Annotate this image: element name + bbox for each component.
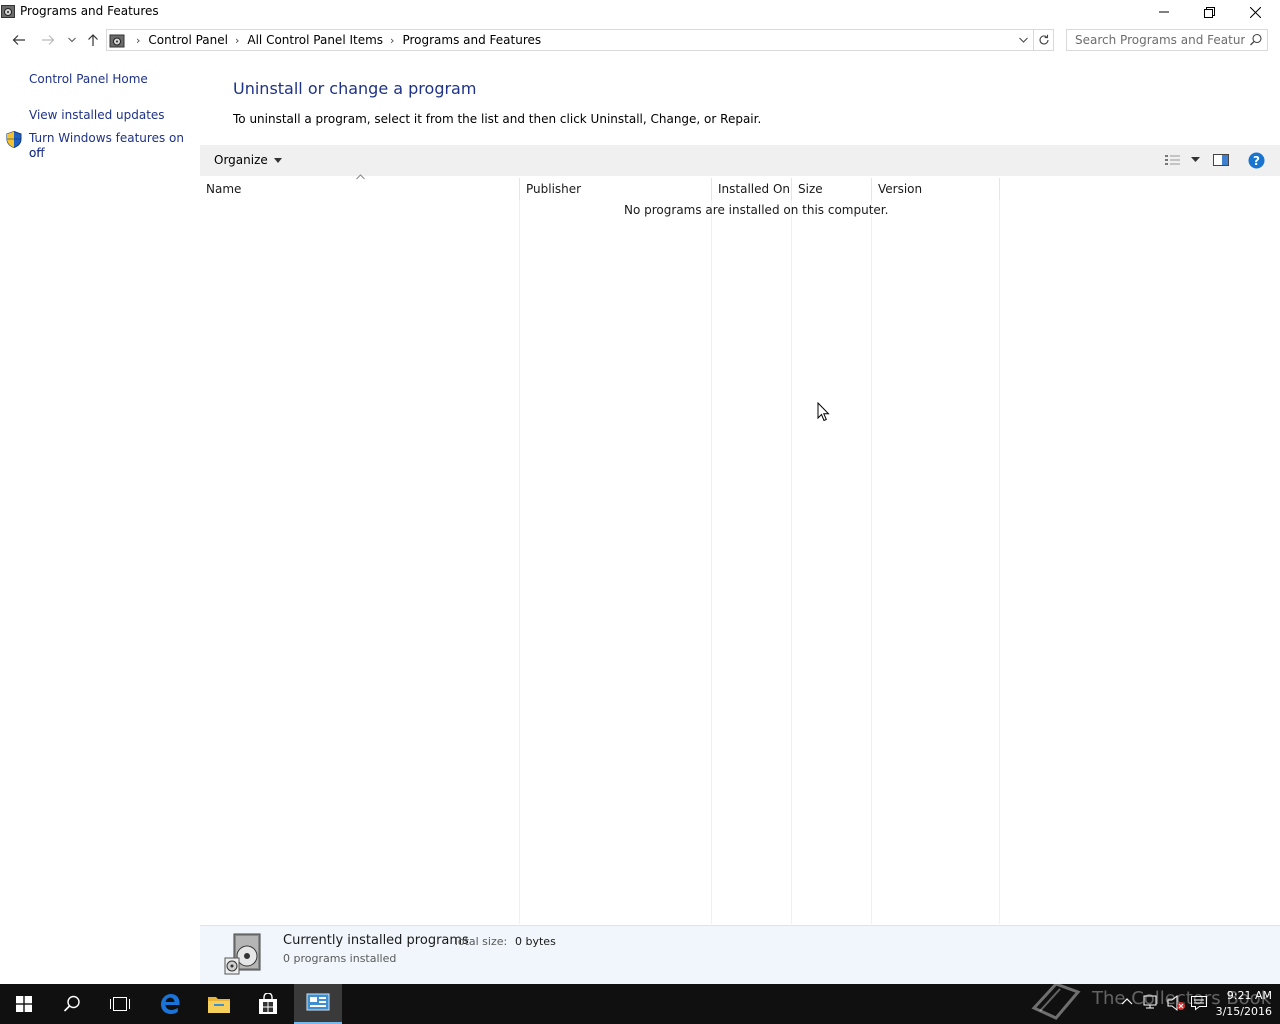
total-size-value: 0 bytes bbox=[515, 935, 556, 948]
programs-count: 0 programs installed bbox=[283, 952, 397, 965]
help-icon[interactable]: ? bbox=[1248, 152, 1265, 169]
caret-down-icon bbox=[273, 157, 282, 163]
store-bag-icon bbox=[259, 993, 277, 1014]
back-button[interactable] bbox=[9, 30, 29, 50]
restore-button[interactable] bbox=[1186, 0, 1232, 24]
edge-browser-button[interactable] bbox=[146, 984, 194, 1024]
empty-list-message: No programs are installed on this comput… bbox=[624, 203, 889, 217]
mouse-cursor-icon bbox=[817, 402, 830, 422]
refresh-button[interactable] bbox=[1034, 29, 1054, 51]
page-title: Uninstall or change a program bbox=[233, 79, 477, 98]
view-details-icon[interactable] bbox=[1164, 152, 1182, 168]
search-icon bbox=[63, 995, 80, 1012]
task-view-button[interactable] bbox=[96, 984, 144, 1024]
column-divider bbox=[871, 200, 872, 924]
breadcrumb-separator-icon[interactable]: › bbox=[136, 34, 140, 47]
installed-programs-icon bbox=[224, 933, 261, 975]
recent-locations-button[interactable] bbox=[62, 30, 82, 50]
breadcrumb-all-control-panel-items[interactable]: All Control Panel Items bbox=[247, 33, 383, 47]
details-pane: Currently installed programs Total size:… bbox=[200, 925, 1280, 984]
program-list-header: Name Publisher Installed On Size Version bbox=[200, 174, 1000, 200]
column-divider bbox=[519, 200, 520, 924]
column-installed-on-label: Installed On bbox=[718, 182, 790, 196]
view-options-dropdown-icon[interactable] bbox=[1191, 157, 1200, 163]
column-name-label: Name bbox=[206, 182, 242, 196]
show-hidden-icons-icon[interactable] bbox=[1121, 997, 1133, 1005]
control-panel-taskbar-button[interactable] bbox=[294, 984, 342, 1024]
windows-features-link-continued[interactable]: off bbox=[29, 146, 45, 161]
command-toolbar: Organize ? bbox=[200, 145, 1280, 176]
search-input[interactable] bbox=[1067, 30, 1245, 50]
control-panel-icon bbox=[306, 993, 330, 1011]
forward-button[interactable] bbox=[38, 30, 58, 50]
breadcrumb-separator-icon[interactable]: › bbox=[390, 34, 394, 47]
watermark-book-icon bbox=[1031, 982, 1081, 1020]
breadcrumb-control-panel[interactable]: Control Panel bbox=[148, 33, 228, 47]
navigation-bar: › Control Panel › All Control Panel Item… bbox=[0, 26, 1280, 54]
minimize-icon bbox=[1159, 11, 1169, 13]
store-button[interactable] bbox=[244, 984, 292, 1024]
svg-text:?: ? bbox=[1253, 154, 1260, 168]
action-center-icon[interactable] bbox=[1190, 994, 1208, 1012]
up-arrow-icon bbox=[88, 34, 98, 46]
start-button[interactable] bbox=[0, 984, 48, 1024]
window-title: Programs and Features bbox=[20, 4, 159, 18]
restore-icon bbox=[1203, 6, 1215, 18]
chevron-down-icon bbox=[1018, 37, 1028, 43]
search-icon[interactable] bbox=[1249, 33, 1263, 47]
organize-label: Organize bbox=[214, 153, 268, 167]
column-version-label: Version bbox=[878, 182, 923, 196]
windows-features-link[interactable]: Turn Windows features on or bbox=[29, 131, 200, 161]
search-taskbar-button[interactable] bbox=[48, 984, 96, 1024]
control-panel-icon bbox=[109, 34, 125, 48]
close-button[interactable] bbox=[1232, 0, 1278, 24]
left-task-pane: Control Panel Home View installed update… bbox=[0, 62, 200, 922]
breadcrumb-separator-icon[interactable]: › bbox=[235, 34, 239, 47]
folder-icon bbox=[208, 997, 230, 1013]
uac-shield-icon bbox=[6, 131, 22, 148]
refresh-icon bbox=[1038, 34, 1049, 45]
minimize-button[interactable] bbox=[1141, 0, 1187, 24]
column-header-publisher[interactable]: Publisher bbox=[520, 178, 712, 200]
back-arrow-icon bbox=[12, 35, 25, 45]
control-panel-home-link[interactable]: Control Panel Home bbox=[29, 72, 148, 87]
sort-ascending-icon bbox=[356, 174, 365, 180]
breadcrumb: › Control Panel › All Control Panel Item… bbox=[129, 33, 541, 47]
task-view-icon bbox=[110, 997, 130, 1011]
programs-features-icon bbox=[1, 5, 15, 18]
system-clock[interactable]: 9:21 AM 3/15/2016 bbox=[1216, 988, 1272, 1020]
network-icon[interactable] bbox=[1142, 994, 1160, 1012]
preview-pane-icon[interactable] bbox=[1212, 152, 1230, 168]
windows-logo-icon bbox=[16, 996, 32, 1012]
column-divider bbox=[711, 200, 712, 924]
title-bar: Programs and Features bbox=[0, 0, 1280, 24]
total-size-label: Total size: bbox=[453, 935, 508, 948]
close-icon bbox=[1249, 6, 1261, 18]
column-header-size[interactable]: Size bbox=[792, 178, 872, 200]
breadcrumb-programs-and-features[interactable]: Programs and Features bbox=[402, 33, 541, 47]
file-explorer-button[interactable] bbox=[195, 984, 243, 1024]
organize-button[interactable]: Organize bbox=[214, 153, 282, 167]
forward-arrow-icon bbox=[42, 35, 55, 45]
column-header-version[interactable]: Version bbox=[872, 178, 1000, 200]
address-history-button[interactable] bbox=[1014, 30, 1032, 50]
column-size-label: Size bbox=[798, 182, 823, 196]
view-installed-updates-link[interactable]: View installed updates bbox=[29, 108, 165, 123]
taskbar: The Collectors Book 9:21 AM 3/15/2016 bbox=[0, 982, 1280, 1024]
column-header-installed-on[interactable]: Installed On bbox=[712, 178, 792, 200]
edge-browser-icon bbox=[161, 994, 180, 1014]
column-header-name[interactable]: Name bbox=[200, 174, 520, 200]
chevron-down-icon bbox=[68, 37, 76, 43]
clock-time: 9:21 AM bbox=[1226, 989, 1272, 1002]
volume-muted-icon[interactable] bbox=[1166, 994, 1186, 1012]
column-divider bbox=[999, 200, 1000, 924]
page-description: To uninstall a program, select it from t… bbox=[233, 112, 762, 126]
column-divider bbox=[791, 200, 792, 924]
details-title: Currently installed programs bbox=[283, 933, 469, 948]
address-bar[interactable]: › Control Panel › All Control Panel Item… bbox=[106, 29, 1034, 51]
column-publisher-label: Publisher bbox=[526, 182, 582, 196]
clock-date: 3/15/2016 bbox=[1215, 1005, 1272, 1018]
up-button[interactable] bbox=[83, 30, 103, 50]
search-box[interactable] bbox=[1066, 29, 1268, 51]
